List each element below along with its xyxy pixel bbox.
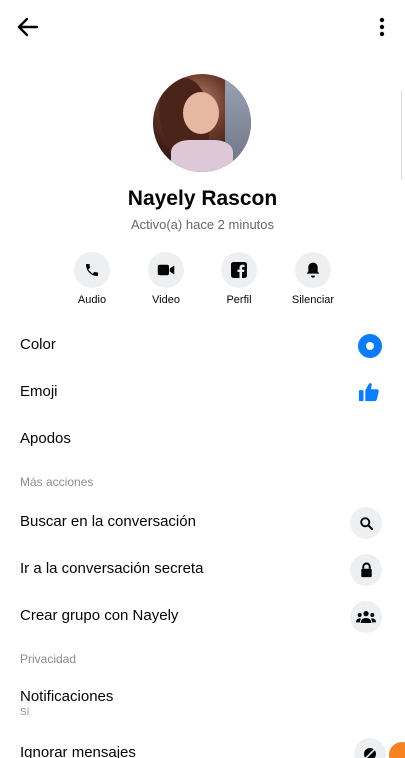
create-group-button[interactable]: [350, 601, 382, 633]
back-button[interactable]: [12, 12, 44, 42]
nicknames-row[interactable]: Apodos: [0, 420, 405, 460]
audio-call-button[interactable]: Audio: [52, 252, 132, 306]
video-camera-icon: [157, 264, 175, 276]
arrow-left-icon: [17, 17, 39, 37]
secret-conversation-row[interactable]: Ir a la conversación secreta: [0, 550, 405, 590]
emoji-label: Emoji: [20, 383, 58, 400]
more-vertical-icon: [379, 17, 385, 37]
profile-name: Nayely Rascon: [127, 187, 278, 210]
secret-conversation-button[interactable]: [350, 554, 382, 586]
ignore-messages-row[interactable]: Ignorar mensajes: [0, 734, 405, 758]
section-more-actions: Más acciones: [20, 475, 94, 489]
mute-label: Silenciar: [291, 294, 335, 306]
mute-button[interactable]: Silenciar: [273, 252, 353, 306]
top-bar: [0, 0, 405, 54]
nicknames-label: Apodos: [20, 430, 71, 447]
profile-label: Perfil: [226, 294, 252, 306]
bell-icon: [306, 262, 320, 278]
facebook-icon: [231, 262, 247, 278]
thumbs-up-icon: [358, 383, 379, 402]
profile-status: Activo(a) hace 2 minutos: [130, 217, 275, 232]
audio-label: Audio: [77, 294, 107, 306]
search-conversation-label: Buscar en la conversación: [20, 513, 196, 530]
profile-avatar[interactable]: [153, 74, 251, 172]
ignore-messages-button[interactable]: [354, 738, 386, 758]
create-group-row[interactable]: Crear grupo con Nayely: [0, 597, 405, 637]
theme-color-swatch[interactable]: [358, 334, 382, 358]
notifications-label: Notificaciones: [20, 688, 114, 705]
section-privacy: Privacidad: [20, 652, 77, 666]
emoji-row[interactable]: Emoji: [0, 373, 405, 413]
search-conversation-row[interactable]: Buscar en la conversación: [0, 503, 405, 543]
search-button[interactable]: [350, 507, 382, 539]
color-row[interactable]: Color: [0, 326, 405, 366]
notifications-row[interactable]: Notificaciones Sí: [0, 678, 405, 718]
video-label: Video: [152, 294, 180, 306]
group-icon: [356, 611, 376, 623]
ignore-messages-label: Ignorar mensajes: [20, 744, 136, 758]
phone-icon: [86, 264, 98, 276]
ignore-icon: [364, 748, 376, 758]
scroll-indicator[interactable]: [401, 90, 405, 180]
lock-icon: [360, 562, 372, 578]
secret-conversation-label: Ir a la conversación secreta: [20, 560, 204, 577]
profile-button[interactable]: Perfil: [199, 252, 279, 306]
notifications-value: Sí: [20, 707, 30, 718]
more-options-button[interactable]: [369, 12, 395, 42]
color-label: Color: [20, 336, 56, 353]
video-call-button[interactable]: Video: [126, 252, 206, 306]
create-group-label: Crear grupo con Nayely: [20, 607, 179, 624]
search-icon: [359, 516, 373, 530]
